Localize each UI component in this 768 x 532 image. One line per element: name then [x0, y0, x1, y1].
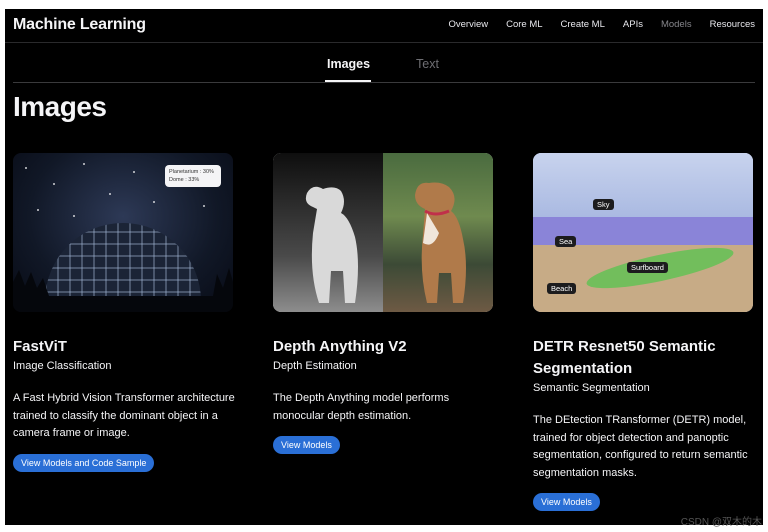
tab-text[interactable]: Text	[416, 57, 439, 71]
segment-label-beach: Beach	[547, 283, 577, 294]
classification-tooltip: Planetarium : 30% Dome : 33%	[165, 165, 221, 187]
sky-region	[533, 153, 753, 219]
tooltip-line-planetarium: Planetarium : 30%	[169, 169, 214, 175]
view-models-button[interactable]: View Models	[273, 436, 340, 454]
nav-link-core-ml[interactable]: Core ML	[506, 19, 542, 30]
card-title: FastViT	[13, 338, 67, 355]
depth-anything-thumbnail	[273, 153, 493, 312]
card-description: A Fast Hybrid Vision Transformer archite…	[13, 392, 235, 439]
card-title: Depth Anything V2	[273, 338, 407, 355]
segment-label-sky: Sky	[593, 199, 614, 210]
dog-photo-half	[383, 153, 493, 312]
nav-link-resources[interactable]: Resources	[710, 19, 755, 30]
nav-links: Overview Core ML Create ML APIs Models R…	[431, 19, 756, 30]
segment-label-sea: Sea	[555, 236, 577, 247]
model-card-fastvit: Planetarium : 30% Dome : 33% FastViT Ima…	[13, 153, 235, 472]
active-tab-indicator	[325, 80, 371, 82]
brand-title[interactable]: Machine Learning	[13, 16, 146, 34]
nav-link-models[interactable]: Models	[661, 19, 692, 30]
detr-thumbnail: Sky Sea Surfboard Beach	[533, 153, 753, 312]
trees-silhouette	[13, 268, 233, 312]
card-subtitle: Semantic Segmentation	[533, 382, 650, 394]
card-description: The Depth Anything model performs monocu…	[273, 392, 450, 422]
tooltip-line-dome: Dome : 33%	[169, 177, 200, 183]
nav-link-create-ml[interactable]: Create ML	[561, 19, 605, 30]
view-models-button[interactable]: View Models	[533, 493, 600, 511]
watermark: CSDN @双木的木	[680, 517, 762, 528]
view-models-code-sample-button[interactable]: View Models and Code Sample	[13, 453, 155, 472]
model-card-depth-anything: Depth Anything V2 Depth Estimation The D…	[273, 153, 495, 454]
page-frame: Machine Learning Overview Core ML Create…	[5, 9, 763, 525]
card-description: The DEtection TRansformer (DETR) model, …	[533, 414, 748, 479]
nav-link-apis[interactable]: APIs	[623, 19, 643, 30]
top-nav: Machine Learning Overview Core ML Create…	[5, 9, 763, 43]
fastvit-thumbnail: Planetarium : 30% Dome : 33%	[13, 153, 233, 312]
card-subtitle: Image Classification	[13, 360, 112, 372]
nav-link-overview[interactable]: Overview	[449, 19, 489, 30]
section-title: Images	[13, 91, 107, 122]
segment-label-surfboard: Surfboard	[627, 262, 668, 273]
card-title: DETR Resnet50 Semantic Segmentation	[533, 338, 716, 377]
card-subtitle: Depth Estimation	[273, 360, 357, 372]
model-card-detr: Sky Sea Surfboard Beach DETR Resnet50 Se…	[533, 153, 755, 511]
category-tabs: Images Text	[13, 43, 755, 83]
tab-images[interactable]: Images	[327, 57, 370, 71]
depth-map-half	[273, 153, 383, 312]
